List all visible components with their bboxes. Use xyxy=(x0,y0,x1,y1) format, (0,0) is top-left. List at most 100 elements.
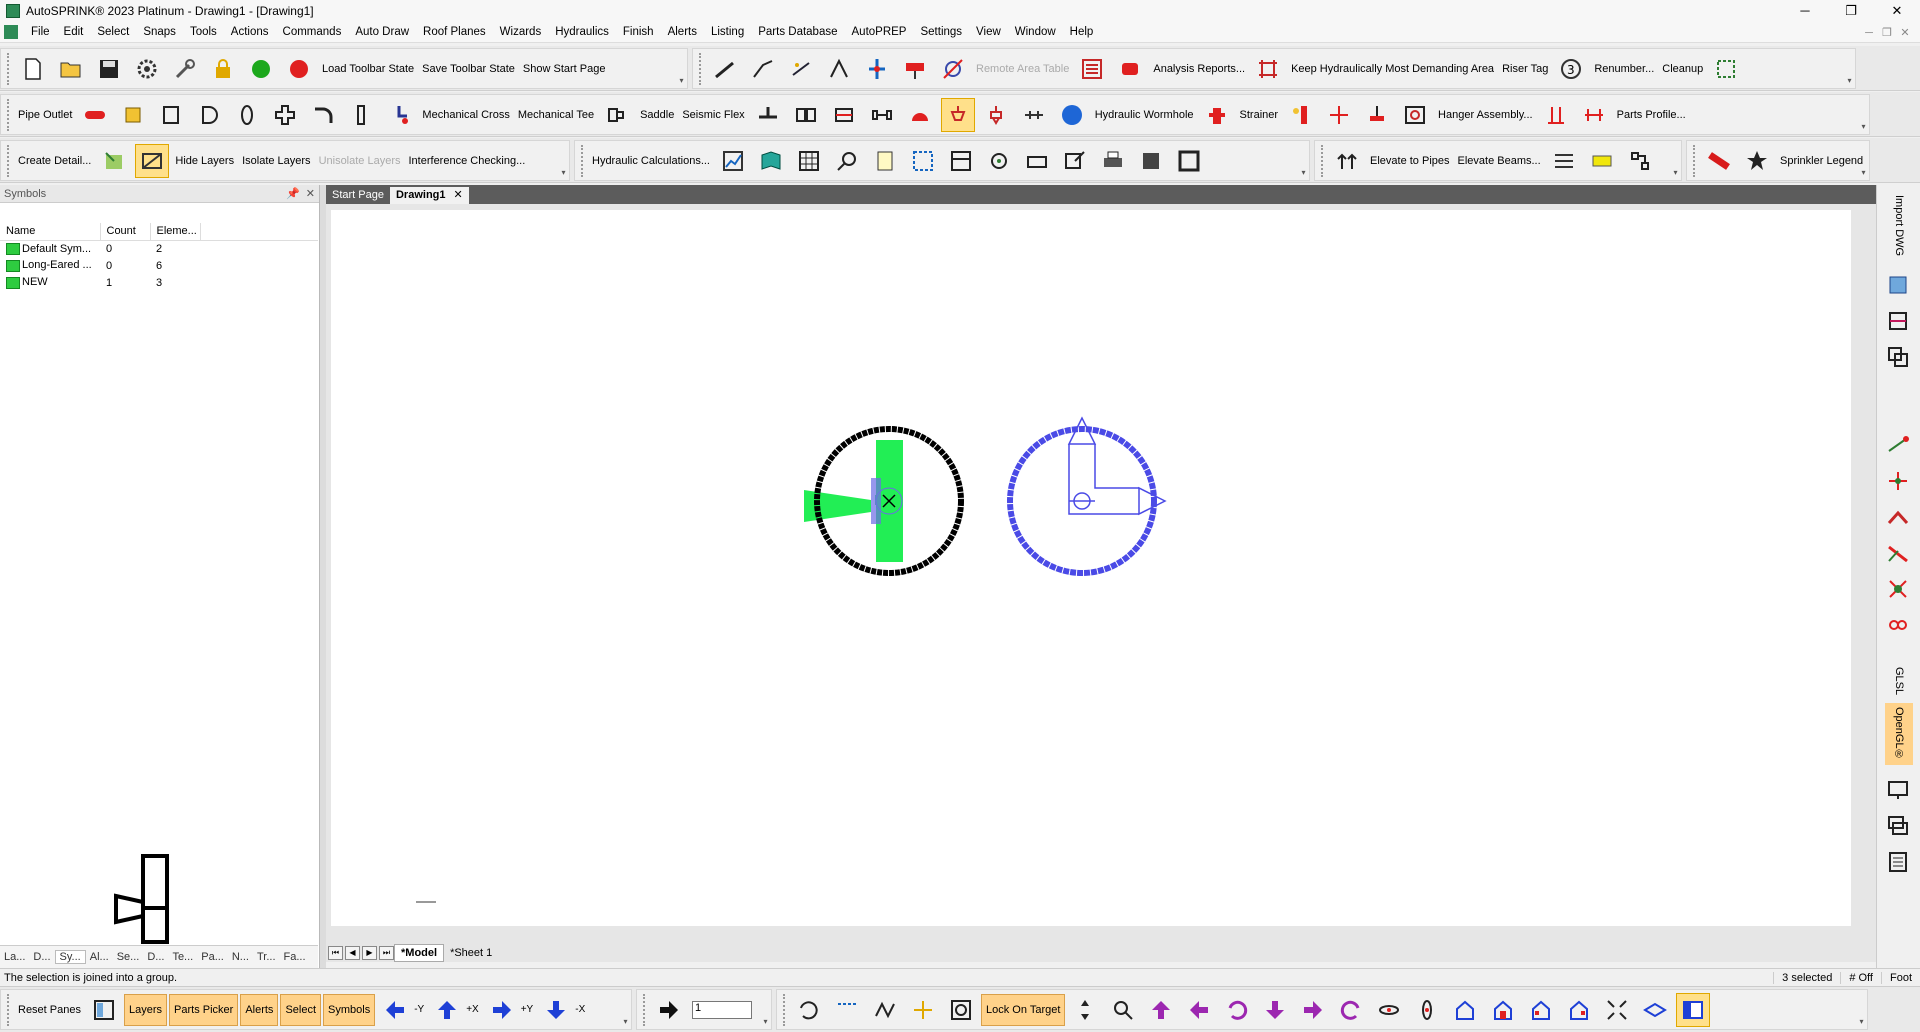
purple-rotate-right-icon[interactable] xyxy=(1334,993,1368,1027)
table-row[interactable]: Long-Eared ... 0 6 xyxy=(0,257,318,274)
profile-icon[interactable] xyxy=(1539,98,1573,132)
connect-icon[interactable] xyxy=(936,52,970,86)
view-front-icon[interactable] xyxy=(1448,993,1482,1027)
close-icon[interactable]: ✕ xyxy=(306,187,315,200)
mechanical-cross-icon[interactable] xyxy=(382,98,416,132)
union-icon[interactable] xyxy=(789,98,823,132)
purple-left-icon[interactable] xyxy=(1182,993,1216,1027)
menu-autoprep[interactable]: AutoPREP xyxy=(845,22,914,43)
menu-actions[interactable]: Actions xyxy=(224,22,276,43)
renumber-button[interactable]: Renumber... xyxy=(1590,63,1658,75)
layout-icon[interactable] xyxy=(1883,306,1913,336)
elevate-beams-button[interactable]: Elevate Beams... xyxy=(1454,155,1545,167)
hydraulic-calculations-button[interactable]: Hydraulic Calculations... xyxy=(588,155,714,167)
elbow-icon[interactable] xyxy=(306,98,340,132)
target-icon[interactable] xyxy=(944,993,978,1027)
cleanup-icon[interactable] xyxy=(1709,52,1743,86)
parts-profile-button[interactable]: Parts Profile... xyxy=(1613,109,1690,121)
book-icon[interactable] xyxy=(754,144,788,178)
toolbar-overflow-icon[interactable]: ▾ xyxy=(1857,1017,1866,1027)
maximize-button[interactable]: ❐ xyxy=(1828,0,1874,22)
tab-alerts[interactable]: Al... xyxy=(86,951,113,963)
graph-icon[interactable] xyxy=(716,144,750,178)
menu-roof-planes[interactable]: Roof Planes xyxy=(416,22,493,43)
trim-icon[interactable] xyxy=(868,993,902,1027)
note-icon[interactable] xyxy=(868,144,902,178)
coupling-icon[interactable] xyxy=(116,98,150,132)
mechanical-tee-button[interactable]: Mechanical Tee xyxy=(514,109,598,121)
hanger-assembly-icon[interactable] xyxy=(1398,98,1432,132)
create-detail-button[interactable]: Create Detail... xyxy=(14,155,95,167)
valve-icon[interactable] xyxy=(1017,98,1051,132)
menu-help[interactable]: Help xyxy=(1063,22,1101,43)
red-pipe-icon[interactable] xyxy=(78,98,112,132)
tab-sheet-1[interactable]: *Sheet 1 xyxy=(444,945,498,961)
menu-file[interactable]: File xyxy=(24,22,57,43)
units-indicator[interactable]: Foot xyxy=(1880,971,1920,984)
toolbar-grip[interactable] xyxy=(581,144,584,177)
sprinkler-legend-button[interactable]: Sprinkler Legend xyxy=(1776,155,1867,167)
renumber-icon[interactable]: 3 xyxy=(1554,52,1588,86)
beam-icon[interactable] xyxy=(1547,144,1581,178)
tab-start-page[interactable]: Start Page xyxy=(326,187,390,204)
tag-icon[interactable] xyxy=(1585,144,1619,178)
hydraulic-wormhole-button[interactable]: Hydraulic Wormhole xyxy=(1091,109,1198,121)
tab-n[interactable]: N... xyxy=(228,951,253,963)
red-arrows-icon[interactable] xyxy=(282,52,316,86)
load-toolbar-state-button[interactable]: Load Toolbar State xyxy=(318,63,418,75)
purple-down-icon[interactable] xyxy=(1258,993,1292,1027)
toolbar-overflow-icon[interactable]: ▾ xyxy=(1299,168,1308,178)
branch-icon[interactable] xyxy=(1883,466,1913,496)
arrow-black-icon[interactable] xyxy=(652,993,686,1027)
purple-right-icon[interactable] xyxy=(1296,993,1330,1027)
riser-icon[interactable] xyxy=(860,52,894,86)
strainer-button[interactable]: Strainer xyxy=(1236,109,1283,121)
menu-listing[interactable]: Listing xyxy=(704,22,751,43)
analysis-icon[interactable] xyxy=(1113,52,1147,86)
elevate-arrows-icon[interactable] xyxy=(1330,144,1364,178)
menu-edit[interactable]: Edit xyxy=(57,22,91,43)
tab-model[interactable]: *Model xyxy=(394,944,445,962)
red-cross-icon[interactable] xyxy=(1322,98,1356,132)
sprinkler-head-icon[interactable] xyxy=(940,97,975,132)
calculator-icon[interactable] xyxy=(1883,847,1913,877)
pipe-outlet-button[interactable]: Pipe Outlet xyxy=(14,109,76,121)
pendent-head-icon[interactable] xyxy=(979,98,1013,132)
copy-icon[interactable] xyxy=(1883,342,1913,372)
first-sheet-button[interactable]: ⏮ xyxy=(328,946,343,960)
menu-window[interactable]: Window xyxy=(1008,22,1063,43)
parts-picker-button[interactable]: Parts Picker xyxy=(169,993,239,1026)
zoom-extents-icon[interactable] xyxy=(1600,993,1634,1027)
nipple-icon[interactable] xyxy=(230,98,264,132)
tab-fa[interactable]: Fa... xyxy=(280,951,310,963)
settings-gear-icon[interactable] xyxy=(130,52,164,86)
red-valve-icon[interactable] xyxy=(898,52,932,86)
tab-select[interactable]: Se... xyxy=(113,951,144,963)
node-icon[interactable] xyxy=(1623,144,1657,178)
prev-sheet-button[interactable]: ◀ xyxy=(345,946,360,960)
elevate-to-pipes-button[interactable]: Elevate to Pipes xyxy=(1366,155,1454,167)
close-button[interactable]: ✕ xyxy=(1874,0,1920,22)
column-header-count[interactable]: Count xyxy=(100,223,151,241)
hide-layers-button[interactable]: Hide Layers xyxy=(171,155,238,167)
slope-icon[interactable] xyxy=(1883,430,1913,460)
menu-auto-draw[interactable]: Auto Draw xyxy=(348,22,416,43)
save-icon[interactable] xyxy=(92,52,126,86)
zoom-icon[interactable] xyxy=(1106,993,1140,1027)
menu-commands[interactable]: Commands xyxy=(276,22,349,43)
coupling-outline-icon[interactable] xyxy=(865,98,899,132)
view-icon[interactable] xyxy=(982,144,1016,178)
menu-wizards[interactable]: Wizards xyxy=(493,22,549,43)
blue-ball-icon[interactable] xyxy=(1055,98,1089,132)
tab-layers[interactable]: La... xyxy=(0,951,29,963)
hanger-assembly-button[interactable]: Hanger Assembly... xyxy=(1434,109,1537,121)
frame-icon[interactable] xyxy=(1172,144,1206,178)
pin-icon[interactable]: 📌 xyxy=(286,187,300,200)
tab-symbols[interactable]: Sy... xyxy=(54,950,86,964)
fire-hydrant-icon[interactable] xyxy=(1200,98,1234,132)
select-button[interactable]: Select xyxy=(280,993,322,1026)
hanger-icon[interactable] xyxy=(1360,98,1394,132)
flange-icon[interactable] xyxy=(827,98,861,132)
red-sprinkler-icon[interactable] xyxy=(903,98,937,132)
detail-icon[interactable] xyxy=(97,144,131,178)
